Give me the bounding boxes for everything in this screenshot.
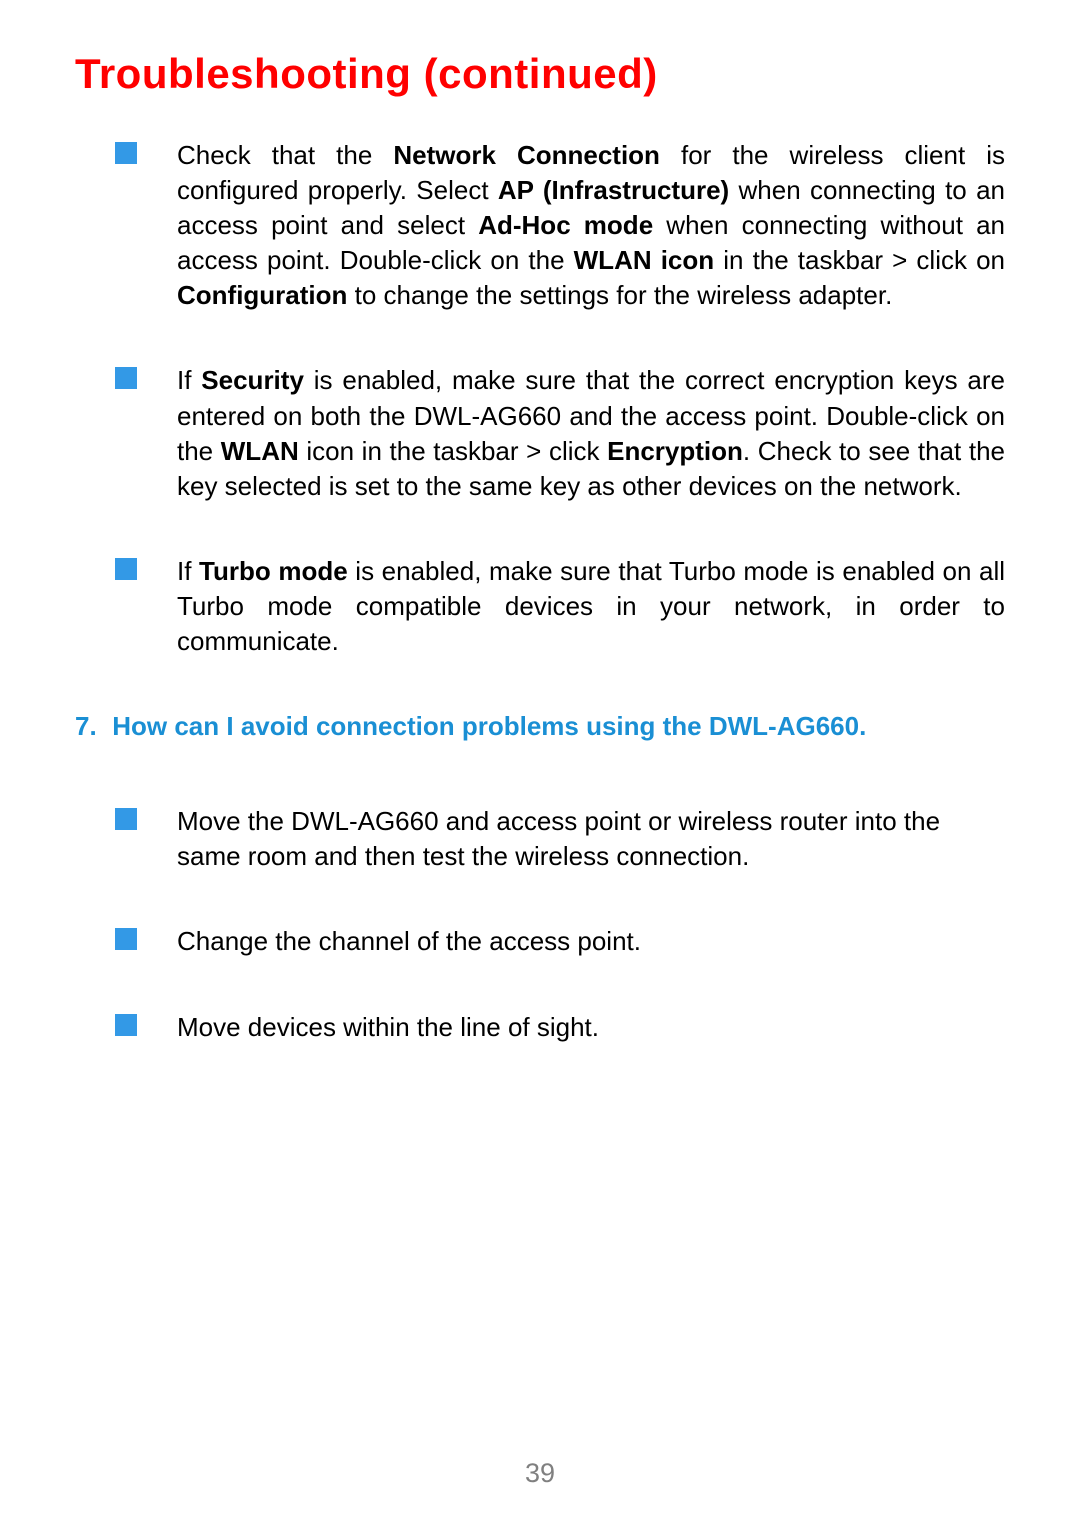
list-item: Move the DWL-AG660 and access point or w… (75, 804, 1005, 874)
page-number: 39 (0, 1458, 1080, 1489)
list-item: If Turbo mode is enabled, make sure that… (75, 554, 1005, 659)
list-item-text: Change the channel of the access point. (177, 924, 1005, 959)
list-item-text: If Turbo mode is enabled, make sure that… (177, 554, 1005, 659)
page-title: Troubleshooting (continued) (75, 50, 1005, 98)
list-item: Change the channel of the access point. (75, 924, 1005, 959)
list-item-text: Move devices within the line of sight. (177, 1010, 1005, 1045)
square-bullet-icon (115, 808, 137, 830)
question-heading: 7. How can I avoid connection problems u… (75, 709, 1005, 744)
list-item-text: Move the DWL-AG660 and access point or w… (177, 804, 1005, 874)
page-container: Troubleshooting (continued) Check that t… (0, 0, 1080, 1045)
square-bullet-icon (115, 142, 137, 164)
question-number: 7. (75, 709, 105, 744)
question-text: How can I avoid connection problems usin… (112, 711, 866, 741)
list-item-text: If Security is enabled, make sure that t… (177, 363, 1005, 503)
square-bullet-icon (115, 367, 137, 389)
square-bullet-icon (115, 928, 137, 950)
square-bullet-icon (115, 558, 137, 580)
list-item: Move devices within the line of sight. (75, 1010, 1005, 1045)
square-bullet-icon (115, 1014, 137, 1036)
list-item-text: Check that the Network Connection for th… (177, 138, 1005, 313)
list-item: If Security is enabled, make sure that t… (75, 363, 1005, 503)
list-item: Check that the Network Connection for th… (75, 138, 1005, 313)
